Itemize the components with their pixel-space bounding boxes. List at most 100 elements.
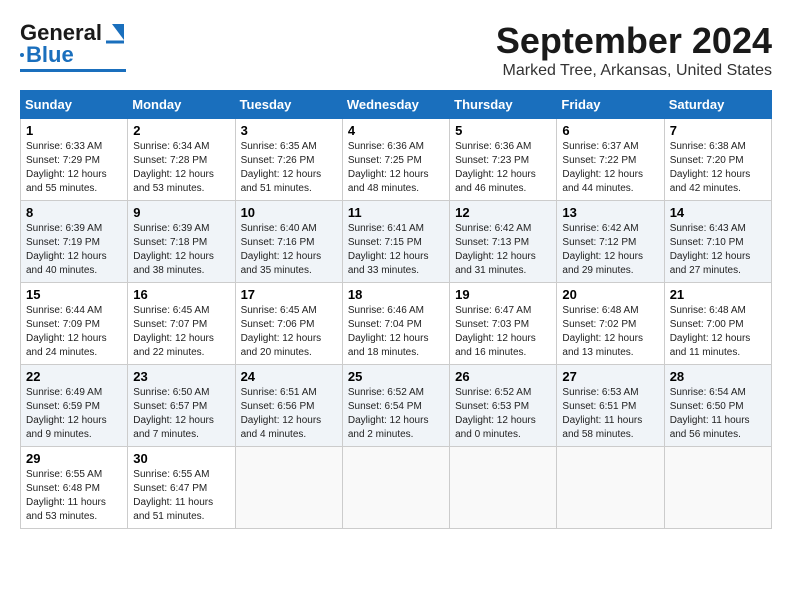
day-number: 13 bbox=[562, 205, 658, 220]
table-row: 16 Sunrise: 6:45 AM Sunset: 7:07 PM Dayli… bbox=[128, 283, 235, 365]
day-number: 3 bbox=[241, 123, 337, 138]
table-row: 12 Sunrise: 6:42 AM Sunset: 7:13 PM Dayli… bbox=[450, 201, 557, 283]
logo-underline bbox=[20, 69, 126, 72]
table-row: 20 Sunrise: 6:48 AM Sunset: 7:02 PM Dayli… bbox=[557, 283, 664, 365]
day-info: Sunrise: 6:39 AM Sunset: 7:19 PM Dayligh… bbox=[26, 222, 122, 278]
day-number: 20 bbox=[562, 287, 658, 302]
calendar-table: Sunday Monday Tuesday Wednesday Thursday… bbox=[20, 90, 772, 529]
day-number: 29 bbox=[26, 451, 122, 466]
logo-icon bbox=[104, 22, 126, 44]
table-row: 6Sunrise: 6:37 AM Sunset: 7:22 PM Daylig… bbox=[557, 119, 664, 201]
day-number: 19 bbox=[455, 287, 551, 302]
day-number: 22 bbox=[26, 369, 122, 384]
day-info: Sunrise: 6:38 AM Sunset: 7:20 PM Dayligh… bbox=[670, 140, 766, 196]
logo-blue: Blue bbox=[26, 42, 74, 68]
logo: General Blue bbox=[20, 20, 126, 72]
day-info: Sunrise: 6:50 AM Sunset: 6:57 PM Dayligh… bbox=[133, 386, 229, 442]
day-info: Sunrise: 6:36 AM Sunset: 7:25 PM Dayligh… bbox=[348, 140, 444, 196]
day-number: 21 bbox=[670, 287, 766, 302]
day-number: 11 bbox=[348, 205, 444, 220]
table-row: 3 Sunrise: 6:35 AM Sunset: 7:26 PM Daylig… bbox=[235, 119, 342, 201]
day-number: 12 bbox=[455, 205, 551, 220]
col-tuesday: Tuesday bbox=[235, 91, 342, 119]
table-row: 21 Sunrise: 6:48 AM Sunset: 7:00 PM Dayli… bbox=[664, 283, 771, 365]
day-number: 27 bbox=[562, 369, 658, 384]
day-info: Sunrise: 6:55 AM Sunset: 6:47 PM Dayligh… bbox=[133, 468, 229, 524]
table-row: 25 Sunrise: 6:52 AM Sunset: 6:54 PM Dayli… bbox=[342, 365, 449, 447]
week-row-4: 22Sunrise: 6:49 AM Sunset: 6:59 PM Dayli… bbox=[21, 365, 772, 447]
table-row: 18 Sunrise: 6:46 AM Sunset: 7:04 PM Dayli… bbox=[342, 283, 449, 365]
day-number: 18 bbox=[348, 287, 444, 302]
col-friday: Friday bbox=[557, 91, 664, 119]
day-info: Sunrise: 6:48 AM Sunset: 7:02 PM Dayligh… bbox=[562, 304, 658, 360]
table-row: 27 Sunrise: 6:53 AM Sunset: 6:51 PM Dayli… bbox=[557, 365, 664, 447]
day-info: Sunrise: 6:51 AM Sunset: 6:56 PM Dayligh… bbox=[241, 386, 337, 442]
day-number: 10 bbox=[241, 205, 337, 220]
day-info: Sunrise: 6:35 AM Sunset: 7:26 PM Dayligh… bbox=[241, 140, 337, 196]
table-row: 8Sunrise: 6:39 AM Sunset: 7:19 PM Daylig… bbox=[21, 201, 128, 283]
day-info: Sunrise: 6:45 AM Sunset: 7:07 PM Dayligh… bbox=[133, 304, 229, 360]
table-row: 22Sunrise: 6:49 AM Sunset: 6:59 PM Dayli… bbox=[21, 365, 128, 447]
table-row: 9 Sunrise: 6:39 AM Sunset: 7:18 PM Daylig… bbox=[128, 201, 235, 283]
day-info: Sunrise: 6:55 AM Sunset: 6:48 PM Dayligh… bbox=[26, 468, 122, 524]
day-number: 7 bbox=[670, 123, 766, 138]
day-info: Sunrise: 6:40 AM Sunset: 7:16 PM Dayligh… bbox=[241, 222, 337, 278]
day-info: Sunrise: 6:39 AM Sunset: 7:18 PM Dayligh… bbox=[133, 222, 229, 278]
table-row bbox=[664, 447, 771, 529]
week-row-3: 15Sunrise: 6:44 AM Sunset: 7:09 PM Dayli… bbox=[21, 283, 772, 365]
day-number: 9 bbox=[133, 205, 229, 220]
day-info: Sunrise: 6:47 AM Sunset: 7:03 PM Dayligh… bbox=[455, 304, 551, 360]
col-saturday: Saturday bbox=[664, 91, 771, 119]
day-info: Sunrise: 6:54 AM Sunset: 6:50 PM Dayligh… bbox=[670, 386, 766, 442]
table-row: 2 Sunrise: 6:34 AM Sunset: 7:28 PM Daylig… bbox=[128, 119, 235, 201]
table-row: 19 Sunrise: 6:47 AM Sunset: 7:03 PM Dayli… bbox=[450, 283, 557, 365]
day-number: 26 bbox=[455, 369, 551, 384]
table-row: 4 Sunrise: 6:36 AM Sunset: 7:25 PM Daylig… bbox=[342, 119, 449, 201]
table-row: 28 Sunrise: 6:54 AM Sunset: 6:50 PM Dayli… bbox=[664, 365, 771, 447]
day-number: 25 bbox=[348, 369, 444, 384]
day-number: 4 bbox=[348, 123, 444, 138]
table-row: 30 Sunrise: 6:55 AM Sunset: 6:47 PM Dayli… bbox=[128, 447, 235, 529]
table-row: 17Sunrise: 6:45 AM Sunset: 7:06 PM Dayli… bbox=[235, 283, 342, 365]
day-info: Sunrise: 6:44 AM Sunset: 7:09 PM Dayligh… bbox=[26, 304, 122, 360]
day-info: Sunrise: 6:33 AM Sunset: 7:29 PM Dayligh… bbox=[26, 140, 122, 196]
table-row: 24 Sunrise: 6:51 AM Sunset: 6:56 PM Dayli… bbox=[235, 365, 342, 447]
day-info: Sunrise: 6:53 AM Sunset: 6:51 PM Dayligh… bbox=[562, 386, 658, 442]
day-number: 30 bbox=[133, 451, 229, 466]
day-info: Sunrise: 6:42 AM Sunset: 7:12 PM Dayligh… bbox=[562, 222, 658, 278]
location: Marked Tree, Arkansas, United States bbox=[496, 62, 772, 80]
day-number: 24 bbox=[241, 369, 337, 384]
table-row: 5Sunrise: 6:36 AM Sunset: 7:23 PM Daylig… bbox=[450, 119, 557, 201]
day-info: Sunrise: 6:36 AM Sunset: 7:23 PM Dayligh… bbox=[455, 140, 551, 196]
day-info: Sunrise: 6:41 AM Sunset: 7:15 PM Dayligh… bbox=[348, 222, 444, 278]
day-info: Sunrise: 6:34 AM Sunset: 7:28 PM Dayligh… bbox=[133, 140, 229, 196]
day-number: 2 bbox=[133, 123, 229, 138]
table-row bbox=[235, 447, 342, 529]
week-row-2: 8Sunrise: 6:39 AM Sunset: 7:19 PM Daylig… bbox=[21, 201, 772, 283]
day-info: Sunrise: 6:48 AM Sunset: 7:00 PM Dayligh… bbox=[670, 304, 766, 360]
week-row-1: 1Sunrise: 6:33 AM Sunset: 7:29 PM Daylig… bbox=[21, 119, 772, 201]
col-monday: Monday bbox=[128, 91, 235, 119]
col-wednesday: Wednesday bbox=[342, 91, 449, 119]
day-number: 16 bbox=[133, 287, 229, 302]
title-section: September 2024 Marked Tree, Arkansas, Un… bbox=[496, 20, 772, 80]
day-info: Sunrise: 6:52 AM Sunset: 6:54 PM Dayligh… bbox=[348, 386, 444, 442]
col-sunday: Sunday bbox=[21, 91, 128, 119]
table-row: 10 Sunrise: 6:40 AM Sunset: 7:16 PM Dayli… bbox=[235, 201, 342, 283]
table-row bbox=[342, 447, 449, 529]
page-header: General Blue September 2024 Marked Tree,… bbox=[20, 20, 772, 80]
day-number: 17 bbox=[241, 287, 337, 302]
day-info: Sunrise: 6:46 AM Sunset: 7:04 PM Dayligh… bbox=[348, 304, 444, 360]
table-row bbox=[557, 447, 664, 529]
week-row-5: 29 Sunrise: 6:55 AM Sunset: 6:48 PM Dayli… bbox=[21, 447, 772, 529]
table-row: 14Sunrise: 6:43 AM Sunset: 7:10 PM Dayli… bbox=[664, 201, 771, 283]
day-number: 28 bbox=[670, 369, 766, 384]
day-info: Sunrise: 6:52 AM Sunset: 6:53 PM Dayligh… bbox=[455, 386, 551, 442]
table-row: 11 Sunrise: 6:41 AM Sunset: 7:15 PM Dayli… bbox=[342, 201, 449, 283]
table-row: 15Sunrise: 6:44 AM Sunset: 7:09 PM Dayli… bbox=[21, 283, 128, 365]
day-info: Sunrise: 6:42 AM Sunset: 7:13 PM Dayligh… bbox=[455, 222, 551, 278]
table-row: 13 Sunrise: 6:42 AM Sunset: 7:12 PM Dayli… bbox=[557, 201, 664, 283]
table-row: 7 Sunrise: 6:38 AM Sunset: 7:20 PM Daylig… bbox=[664, 119, 771, 201]
month-title: September 2024 bbox=[496, 20, 772, 62]
day-number: 23 bbox=[133, 369, 229, 384]
